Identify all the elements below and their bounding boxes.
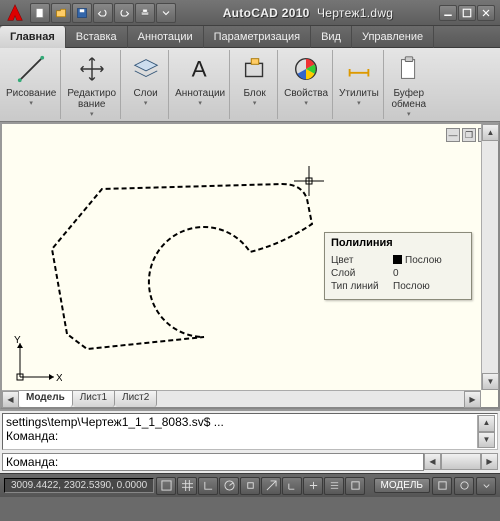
scroll-up-icon[interactable]: ▲ bbox=[482, 124, 499, 141]
panel-clipboard[interactable]: Буфер обмена▾ bbox=[386, 50, 432, 119]
panel-block[interactable]: Блок▾ bbox=[232, 50, 278, 119]
model-space-button[interactable]: МОДЕЛЬ bbox=[374, 478, 430, 493]
tab-parametric[interactable]: Параметризация bbox=[204, 26, 311, 48]
tab-layout1[interactable]: Лист1 bbox=[73, 390, 115, 407]
panel-layers[interactable]: Слои▾ bbox=[123, 50, 169, 119]
title-bar: AutoCAD 2010 Чертеж1.dwg bbox=[0, 0, 500, 26]
drawing-area-frame: — ❐ ✕ Полилиния ЦветПослою Слой0 Тип лин… bbox=[0, 122, 500, 409]
tab-layout2[interactable]: Лист2 bbox=[115, 390, 157, 407]
status-extra1-icon[interactable] bbox=[432, 477, 452, 495]
otrack-icon[interactable] bbox=[261, 477, 281, 495]
crosshair-cursor-icon bbox=[294, 166, 324, 196]
scroll-left-icon[interactable]: ◀ bbox=[2, 391, 19, 408]
panel-draw[interactable]: Рисование▾ bbox=[2, 50, 61, 119]
tab-annotate[interactable]: Аннотации bbox=[128, 26, 204, 48]
window-controls bbox=[439, 5, 496, 21]
panel-annotation[interactable]: A Аннотации▾ bbox=[171, 50, 230, 119]
svg-text:Y: Y bbox=[14, 335, 21, 346]
scrollbar-horizontal[interactable]: ◀ Модель Лист1 Лист2 ▶ bbox=[2, 390, 481, 407]
close-icon[interactable] bbox=[477, 5, 495, 21]
quick-access-toolbar bbox=[30, 3, 177, 23]
panel-modify[interactable]: Редактиро вание▾ bbox=[63, 50, 121, 119]
move-icon bbox=[75, 51, 109, 87]
command-scrollbar[interactable]: ▲▼ bbox=[477, 415, 494, 448]
panel-label: Редактиро вание bbox=[67, 88, 116, 110]
print-icon[interactable] bbox=[135, 3, 155, 23]
qat-dropdown-icon[interactable] bbox=[156, 3, 176, 23]
text-icon: A bbox=[183, 51, 217, 87]
open-icon[interactable] bbox=[51, 3, 71, 23]
panel-utilities[interactable]: Утилиты▾ bbox=[335, 50, 384, 119]
minimize-icon[interactable] bbox=[439, 5, 457, 21]
block-icon bbox=[238, 51, 272, 87]
ortho-icon[interactable] bbox=[198, 477, 218, 495]
status-bar: 3009.4422, 2302.5390, 0.0000 МОДЕЛЬ bbox=[0, 473, 500, 497]
line-icon bbox=[14, 51, 48, 87]
polyline-entity[interactable] bbox=[32, 154, 342, 364]
tab-view[interactable]: Вид bbox=[311, 26, 352, 48]
tab-manage[interactable]: Управление bbox=[352, 26, 434, 48]
drawing-canvas[interactable]: — ❐ ✕ Полилиния ЦветПослою Слой0 Тип лин… bbox=[2, 124, 498, 407]
command-log[interactable]: settings\temp\Чертеж1_1_1_8083.sv$ ... К… bbox=[2, 413, 498, 450]
file-name: Чертеж1.dwg bbox=[317, 6, 393, 20]
new-icon[interactable] bbox=[30, 3, 50, 23]
clipboard-icon bbox=[392, 51, 426, 87]
tab-model[interactable]: Модель bbox=[19, 390, 73, 407]
redo-icon[interactable] bbox=[114, 3, 134, 23]
panel-properties[interactable]: Свойства▾ bbox=[280, 50, 333, 119]
maximize-icon[interactable] bbox=[458, 5, 476, 21]
dyn-icon[interactable] bbox=[303, 477, 323, 495]
tooltip-title: Полилиния bbox=[331, 237, 465, 249]
tab-home[interactable]: Главная bbox=[0, 26, 66, 48]
status-extra2-icon[interactable] bbox=[454, 477, 474, 495]
command-input[interactable] bbox=[2, 453, 424, 471]
entity-tooltip: Полилиния ЦветПослою Слой0 Тип линийПосл… bbox=[324, 232, 472, 300]
status-menu-icon[interactable] bbox=[476, 477, 496, 495]
coordinates-readout[interactable]: 3009.4422, 2302.5390, 0.0000 bbox=[4, 478, 154, 493]
undo-icon[interactable] bbox=[93, 3, 113, 23]
qp-icon[interactable] bbox=[345, 477, 365, 495]
save-icon[interactable] bbox=[72, 3, 92, 23]
layers-icon bbox=[129, 51, 163, 87]
cmd-scroll-thumb[interactable] bbox=[441, 453, 481, 470]
polar-icon[interactable] bbox=[219, 477, 239, 495]
ribbon-tabs: Главная Вставка Аннотации Параметризация… bbox=[0, 26, 500, 48]
ribbon: Рисование▾ Редактиро вание▾ Слои▾ A Анно… bbox=[0, 48, 500, 122]
ucs-icon: X Y bbox=[12, 335, 62, 385]
layout-tabs: Модель Лист1 Лист2 bbox=[19, 390, 157, 407]
window-title: AutoCAD 2010 Чертеж1.dwg bbox=[181, 6, 435, 20]
canvas-maximize-icon[interactable]: ❐ bbox=[462, 128, 476, 142]
snap-icon[interactable] bbox=[156, 477, 176, 495]
grid-icon[interactable] bbox=[177, 477, 197, 495]
cmd-scroll-right-icon[interactable]: ▶ bbox=[481, 453, 498, 470]
lineweight-icon[interactable] bbox=[324, 477, 344, 495]
color-swatch-icon bbox=[393, 255, 402, 264]
svg-text:X: X bbox=[56, 373, 62, 384]
canvas-minimize-icon[interactable]: — bbox=[446, 128, 460, 142]
properties-icon bbox=[289, 51, 323, 87]
scroll-right-icon[interactable]: ▶ bbox=[464, 391, 481, 408]
scrollbar-vertical[interactable]: ▲▼ bbox=[481, 124, 498, 390]
status-toggles bbox=[156, 477, 371, 495]
measure-icon bbox=[342, 51, 376, 87]
svg-text:A: A bbox=[192, 57, 207, 82]
panel-label: Буфер обмена bbox=[391, 88, 426, 110]
tab-insert[interactable]: Вставка bbox=[66, 26, 128, 48]
app-name: AutoCAD 2010 bbox=[223, 6, 310, 20]
ducs-icon[interactable] bbox=[282, 477, 302, 495]
app-logo-icon[interactable] bbox=[4, 2, 26, 24]
command-window: settings\temp\Чертеж1_1_1_8083.sv$ ... К… bbox=[0, 409, 500, 473]
scroll-down-icon[interactable]: ▼ bbox=[482, 373, 499, 390]
cmd-scroll-left-icon[interactable]: ◀ bbox=[424, 453, 441, 470]
osnap-icon[interactable] bbox=[240, 477, 260, 495]
